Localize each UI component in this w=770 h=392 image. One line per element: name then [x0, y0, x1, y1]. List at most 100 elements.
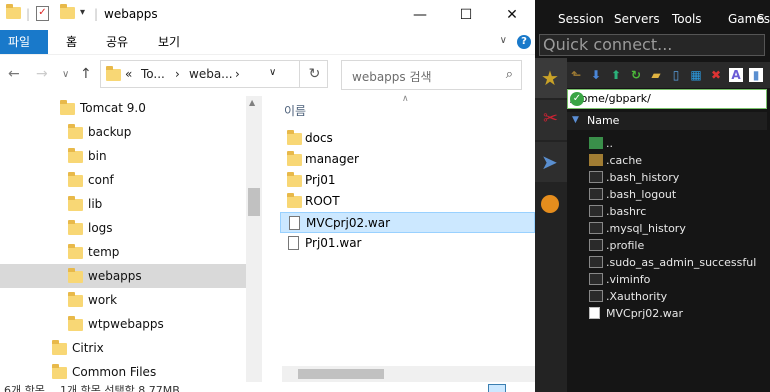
folder-icon: [52, 364, 67, 379]
side-tab-bar: ★ ✂ ➤: [535, 58, 567, 392]
status-item-count: 6개 항목: [4, 384, 45, 392]
address-overflow[interactable]: «: [125, 67, 132, 81]
file-icon: [589, 256, 603, 268]
details-view-icon[interactable]: [488, 384, 506, 392]
recent-locations-icon[interactable]: ∨: [62, 69, 69, 80]
folder-icon: [68, 172, 83, 187]
link-icon[interactable]: ▦: [689, 68, 703, 82]
address-segment-tomcat[interactable]: To...: [141, 67, 165, 81]
refresh-icon[interactable]: ↻: [629, 68, 643, 82]
ribbon-expand-icon[interactable]: ∨: [500, 35, 507, 46]
column-header-name[interactable]: 이름: [284, 102, 306, 119]
toolbar-servers[interactable]: Servers: [593, 0, 660, 32]
file-list-item[interactable]: docs: [280, 128, 535, 149]
sftp-file-name: .mysql_history: [606, 222, 686, 235]
tab-home[interactable]: 홈: [56, 30, 87, 54]
folder-icon: [68, 268, 83, 283]
help-icon[interactable]: ?: [517, 35, 531, 49]
status-selection: 1개 항목 선택함 8.77MB: [60, 384, 180, 392]
nav-tree-item[interactable]: webapps: [0, 264, 246, 288]
file-icon: [589, 205, 603, 217]
scrollbar-thumb[interactable]: [248, 188, 260, 216]
file-name: MVCprj02.war: [306, 216, 391, 230]
sftp-file-name: .Xauthority: [606, 290, 668, 303]
sftp-file-name: .cache: [606, 154, 643, 167]
customize-toolbar-icon[interactable]: ▾: [80, 7, 85, 18]
star-icon: ★: [541, 66, 559, 90]
download-icon[interactable]: ⬇: [589, 68, 603, 82]
nav-tree-label: Citrix: [72, 341, 104, 355]
sftp-file-name: .bash_history: [606, 171, 680, 184]
sftp-path-input[interactable]: /home/gbpark/ ✓: [567, 89, 767, 109]
tools-tab[interactable]: ✂: [535, 100, 567, 140]
nav-tree-item[interactable]: logs: [0, 216, 246, 240]
toolbar-more-label: S: [757, 12, 765, 26]
delete-icon[interactable]: ✖: [709, 68, 723, 82]
minimize-button[interactable]: —: [397, 0, 443, 30]
rename-icon[interactable]: A: [729, 68, 743, 82]
nav-tree-item[interactable]: backup: [0, 120, 246, 144]
address-bar[interactable]: « To... › weba... › ∨ ↻: [100, 60, 328, 88]
tab-view[interactable]: 보기: [148, 30, 190, 54]
address-segment-webapps[interactable]: weba...: [189, 67, 233, 81]
file-list-item[interactable]: MVCprj02.war: [280, 212, 535, 233]
nav-tree-item[interactable]: bin: [0, 144, 246, 168]
sort-arrow-icon[interactable]: ∧: [402, 94, 409, 104]
upload-icon[interactable]: ⬆: [609, 68, 623, 82]
file-list-item[interactable]: Prj01.war: [280, 233, 535, 254]
properties-icon[interactable]: ▮: [749, 68, 763, 82]
properties-icon[interactable]: ✓: [36, 6, 49, 21]
file-list-item[interactable]: manager: [280, 149, 535, 170]
nav-tree-item[interactable]: wtpwebapps: [0, 312, 246, 336]
sessions-star-tab[interactable]: ★: [535, 58, 567, 98]
file-pane-horizontal-scrollbar[interactable]: [282, 366, 535, 382]
scrollbar-thumb[interactable]: [298, 369, 384, 379]
toolbar-session[interactable]: Session: [538, 0, 604, 32]
toolbar-more[interactable]: S: [755, 0, 770, 32]
file-name: manager: [305, 152, 359, 166]
paper-plane-icon: ➤: [541, 150, 558, 174]
refresh-icon[interactable]: ↻: [299, 61, 329, 87]
path-ok-icon[interactable]: ✓: [570, 92, 584, 106]
search-box[interactable]: webapps 검색 ⌕: [341, 60, 522, 90]
close-button[interactable]: ✕: [489, 0, 535, 30]
back-arrow-icon[interactable]: ←: [8, 66, 20, 82]
parent-dir-icon: [589, 137, 603, 149]
sftp-column-header[interactable]: ▼ Name: [567, 112, 767, 130]
nav-tree-item[interactable]: temp: [0, 240, 246, 264]
toolbar-tools[interactable]: Tools: [657, 0, 702, 32]
file-name: ROOT: [305, 194, 340, 208]
quick-connect-input[interactable]: Quick connect...: [539, 34, 765, 56]
maximize-button[interactable]: ☐: [443, 0, 489, 30]
toolbar-servers-label: Servers: [614, 12, 660, 26]
tab-share[interactable]: 공유: [96, 30, 138, 54]
nav-pane-scrollbar[interactable]: ▲: [246, 96, 262, 382]
tab-file[interactable]: 파일: [0, 30, 48, 54]
nav-tree-item[interactable]: lib: [0, 192, 246, 216]
parent-folder-icon[interactable]: ⬑: [569, 68, 583, 82]
address-separator[interactable]: ›: [235, 67, 240, 81]
nav-tree-item[interactable]: conf: [0, 168, 246, 192]
nav-tree-item[interactable]: Tomcat 9.0: [0, 96, 246, 120]
file-icon: [589, 171, 603, 183]
navigation-pane: Tomcat 9.0 backup bin conf lib logs temp webapp…: [0, 96, 247, 382]
quick-connect-placeholder: Quick connect...: [543, 35, 673, 54]
nav-tree-item[interactable]: Common Files: [0, 360, 246, 384]
nav-tree-item[interactable]: Citrix: [0, 336, 246, 360]
toolbar-games[interactable]: Games: [710, 0, 770, 32]
scroll-up-arrow-icon[interactable]: ▲: [249, 98, 255, 107]
address-separator[interactable]: ›: [175, 67, 180, 81]
up-arrow-icon[interactable]: ↑: [80, 66, 92, 82]
forward-arrow-icon[interactable]: →: [36, 66, 48, 82]
file-icon: [589, 222, 603, 234]
file-list-item[interactable]: Prj01: [280, 170, 535, 191]
file-list-item[interactable]: ROOT: [280, 191, 535, 212]
address-dropdown-icon[interactable]: ∨: [269, 67, 276, 78]
sftp-tab[interactable]: ➤: [535, 142, 567, 182]
folder-icon: [287, 193, 302, 208]
new-folder-icon[interactable]: [60, 4, 75, 22]
new-folder-icon[interactable]: ▰: [649, 68, 663, 82]
nav-tree-item[interactable]: work: [0, 288, 246, 312]
macro-tab[interactable]: [535, 184, 567, 224]
new-file-icon[interactable]: ▯: [669, 68, 683, 82]
